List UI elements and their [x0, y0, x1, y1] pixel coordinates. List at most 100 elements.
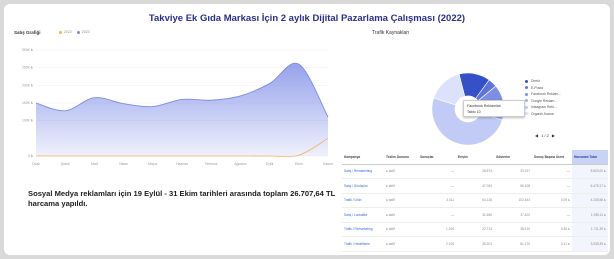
table-cell: 1.209 [418, 222, 456, 237]
table-cell: 6.475,17 ₺ [572, 178, 608, 194]
table-cell: — [532, 178, 572, 194]
legend-swatch [525, 112, 528, 116]
column-header[interactable]: Sonuç Başına Ücret [532, 150, 572, 165]
x-tick-label: Ocak [32, 162, 40, 166]
table-row[interactable]: Satış / Dönüşüm ● aktif —47.063 56.108—6.47… [342, 178, 608, 194]
table-cell: 38.410 [494, 222, 532, 237]
y-tick-label: 250K ₺ [22, 66, 33, 70]
y-tick-label: 100K ₺ [22, 119, 33, 123]
legend-pager[interactable]: ◀ 1/2 ▶ [535, 133, 556, 138]
y-tick-label: 300K ₺ [22, 48, 33, 52]
table-row[interactable]: Satış / Remarketing ● aktif —28.574 33.197—… [342, 164, 608, 179]
spend-note: Sosyal Medya reklamları için 19 Eylül - … [28, 189, 336, 208]
table-cell: 3.535,39 ₺ [572, 236, 608, 252]
sales-chart-label: Satış Grafiği [14, 30, 41, 35]
table-cell: 33.197 [494, 164, 532, 179]
x-tick-label: Eylül [266, 162, 274, 166]
x-tick-label: Haziran [176, 162, 188, 166]
column-header[interactable]: Sonuçlar [418, 150, 456, 165]
column-header[interactable]: Harcanan Tutar [572, 150, 608, 165]
legend-swatch [525, 105, 528, 109]
table-cell: 64.126 [456, 193, 494, 208]
pie-tooltip: Facebook Reklamları Tablo 10 [463, 100, 525, 117]
series-2022-area [36, 63, 328, 156]
campaign-name-link[interactable]: Satış / Dönüşüm [342, 178, 384, 194]
x-tick-label: Ekim [295, 162, 303, 166]
table-row[interactable]: Trafik / Remarketing ● aktif 1.209 22.714 38… [342, 222, 608, 237]
sales-area-chart: 300K ₺ 250K ₺ 200K ₺ 150K ₺ 100K ₺ 0 ₺ Ocak Şub… [22, 48, 333, 166]
table-cell: — [418, 164, 456, 179]
table-cell: ● aktif [384, 164, 418, 179]
table-cell: — [418, 178, 456, 194]
traffic-legend: Direkt E-Posta Facebook Reklam... Google Re… [525, 78, 561, 117]
column-header[interactable]: Teslim Durumu [384, 150, 418, 165]
column-header[interactable]: Kampanya [342, 150, 384, 165]
traffic-label: Trafik Kaynakları [372, 30, 410, 36]
table-row[interactable]: Trafik / Hedefleme ● aktif 2.108 38.201 61.1… [342, 236, 608, 252]
table-cell: 0,45 ₺ [532, 222, 572, 237]
table-header-row: Kampanya Teslim Durumu Sonuçlar Erişim Göste… [342, 150, 608, 165]
table-cell: ● aktif [384, 178, 418, 194]
table-cell: — [418, 207, 456, 223]
legend-swatch [525, 86, 528, 90]
table-cell: 3.411 [418, 193, 456, 208]
table-cell: 22.714 [456, 222, 494, 237]
x-tick-label: Kasım [323, 162, 333, 166]
table-cell: 2.108 [418, 236, 456, 252]
column-header[interactable]: Erişim [456, 150, 494, 165]
table-cell: — [532, 164, 572, 179]
y-tick-label: 0 ₺ [28, 154, 33, 158]
table-cell: 28.574 [456, 164, 494, 179]
legend-swatch [525, 92, 528, 96]
legend-item-2022: 2022 [59, 30, 72, 34]
x-tick-label: Temmuz [205, 162, 218, 166]
sales-chart-legend: 2022 2023 [59, 30, 90, 34]
legend-label: Facebook Reklam... [531, 92, 562, 97]
legend-label: Google Reklam... [531, 98, 558, 103]
campaign-name-link[interactable]: Trafik / Remarketing [342, 222, 384, 237]
x-tick-label: Ağustos [234, 162, 247, 166]
table-cell: — [532, 207, 572, 223]
table-cell: 0,41 ₺ [532, 236, 572, 252]
legend-item[interactable]: Organik Arama [525, 111, 561, 118]
table-cell: 1.711,39 ₺ [572, 222, 608, 237]
legend-item-2023: 2023 [76, 30, 90, 34]
table-cell: 1.935,11 ₺ [572, 207, 608, 223]
campaign-table: Kampanya Teslim Durumu Sonuçlar Erişim Göste… [342, 150, 608, 255]
legend-label: Direkt [531, 79, 540, 84]
campaign-name-link[interactable]: Satış / Remarketing [342, 164, 384, 179]
page-title: Takviye Ek Gıda Markası İçin 2 aylık Dij… [148, 13, 466, 24]
x-tick-label: Mayıs [148, 162, 157, 166]
x-tick-label: Şubat [61, 162, 70, 166]
campaign-name-link[interactable]: Satış / Lookalike [342, 207, 384, 223]
table-cell: 4.230,58 ₺ [572, 193, 608, 208]
table-cell: 56.108 [494, 178, 532, 194]
slide: Takviye Ek Gıda Markası İçin 2 aylık Dij… [4, 4, 610, 255]
table-cell: ● aktif [384, 236, 418, 252]
table-body: Satış / Remarketing ● aktif —28.574 33.197—… [342, 164, 608, 252]
tooltip-value: Tablo 10 [467, 110, 481, 114]
table-cell: 31.556 [456, 207, 494, 223]
table-cell: 102.444 [494, 193, 532, 208]
legend-label: Instagram Rekl... [531, 105, 557, 110]
legend-swatch [525, 99, 528, 103]
column-header[interactable]: Gösterim [494, 150, 532, 165]
table-row[interactable]: Satış / Lookalike ● aktif —31.556 37.402—1.… [342, 207, 608, 223]
x-tick-label: Nisan [119, 162, 128, 166]
table-row[interactable]: Trafik / Ürün ● aktif 3.411 64.126 102.444 0,… [342, 193, 608, 208]
legend-swatch [525, 79, 528, 83]
y-tick-label: 150K ₺ [22, 101, 33, 105]
table-cell: ● aktif [384, 222, 418, 237]
legend-label: E-Posta [531, 85, 544, 90]
campaign-name-link[interactable]: Trafik / Hedefleme [342, 236, 384, 252]
table-cell: 38.201 [456, 236, 494, 252]
x-tick-label: Mart [91, 162, 98, 166]
table-cell: 47.063 [456, 178, 494, 194]
table-cell: 37.402 [494, 207, 532, 223]
y-tick-label: 200K ₺ [22, 83, 33, 87]
campaign-name-link[interactable]: Trafik / Ürün [342, 193, 384, 208]
legend-label: Organik Arama [531, 111, 554, 116]
table-cell: 8.820,00 ₺ [572, 164, 608, 179]
table-cell: 0,09 ₺ [532, 193, 572, 208]
table-cell: ● aktif [384, 193, 418, 208]
